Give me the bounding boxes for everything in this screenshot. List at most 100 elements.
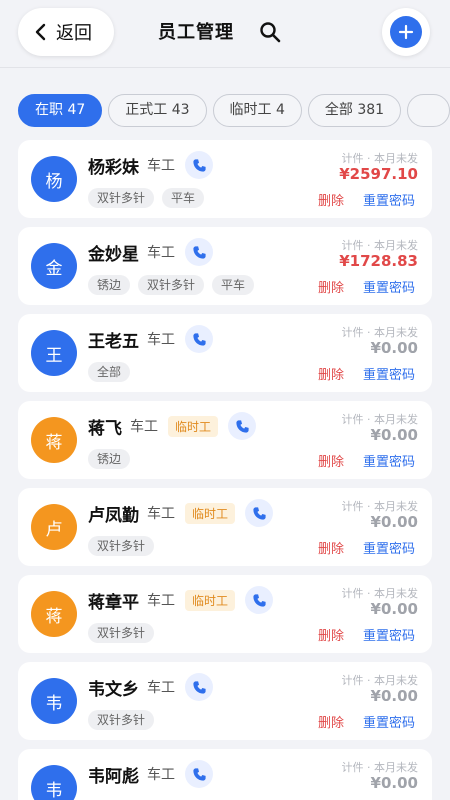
plus-icon xyxy=(390,16,422,48)
phone-icon[interactable] xyxy=(185,238,213,266)
search-icon[interactable] xyxy=(258,20,282,44)
tab-fulltime[interactable]: 正式工 43 xyxy=(108,94,207,127)
delete-button[interactable]: 删除 xyxy=(318,712,344,731)
employee-role: 车工 xyxy=(147,506,175,522)
reset-password-button[interactable]: 重置密码 xyxy=(363,538,415,557)
pay-status-label: 计件 · 本月未发 xyxy=(341,761,419,774)
skill-tag: 锈边 xyxy=(88,275,131,295)
employee-card[interactable]: 蒋蒋飞 车工 临时工 锈边 计件 · 本月未发 ¥0.00 删除 重置密码 xyxy=(18,401,432,479)
skill-tag: 双针多针 xyxy=(88,536,155,556)
chevron-left-icon xyxy=(35,23,46,41)
unpaid-amount: ¥0.00 xyxy=(370,339,418,357)
employee-card[interactable]: 金金妙星 车工 锈边 双针多针 平车 计件 · 本月未发 ¥1728.83 删除 重置密码 xyxy=(18,227,432,305)
skill-tag: 双针多针 xyxy=(88,188,155,208)
delete-button[interactable]: 删除 xyxy=(318,190,344,209)
pay-status-label: 计件 · 本月未发 xyxy=(341,239,419,252)
tab-more[interactable] xyxy=(407,94,450,127)
reset-password-button[interactable]: 重置密码 xyxy=(363,364,415,383)
avatar: 金 xyxy=(31,243,77,289)
employee-role: 车工 xyxy=(130,419,158,435)
employee-card[interactable]: 杨杨彩妹 车工双针多针 平车 计件 · 本月未发 ¥2597.10 删除 重置密码 xyxy=(18,140,432,218)
reset-password-button[interactable]: 重置密码 xyxy=(363,277,415,296)
unpaid-amount: ¥0.00 xyxy=(370,513,418,531)
employee-name: 杨彩妹 xyxy=(88,157,139,178)
employee-role: 车工 xyxy=(147,245,175,261)
filter-tabs: 在职 47 正式工 43 临时工 4 全部 381 xyxy=(18,94,450,128)
skill-tags: 双针多针 平车 xyxy=(88,188,212,208)
avatar: 卢 xyxy=(31,504,77,550)
skill-tag: 双针多针 xyxy=(88,710,155,730)
delete-button[interactable]: 删除 xyxy=(318,451,344,470)
delete-button[interactable]: 删除 xyxy=(318,364,344,383)
pay-status-label: 计件 · 本月未发 xyxy=(341,587,419,600)
employee-role: 车工 xyxy=(147,158,175,174)
employee-name: 韦阿彪 xyxy=(88,766,139,787)
phone-icon[interactable] xyxy=(185,325,213,353)
employee-card[interactable]: 卢卢凤勤 车工 临时工双针多针 计件 · 本月未发 ¥0.00 删除 重置密码 xyxy=(18,488,432,566)
phone-icon[interactable] xyxy=(185,151,213,179)
delete-button[interactable]: 删除 xyxy=(318,625,344,644)
avatar: 杨 xyxy=(31,156,77,202)
unpaid-amount: ¥0.00 xyxy=(370,600,418,618)
skill-tag: 平车 xyxy=(212,275,255,295)
reset-password-button[interactable]: 重置密码 xyxy=(363,190,415,209)
app-header: 返回 员工管理 xyxy=(0,0,450,68)
employee-name: 王老五 xyxy=(88,331,139,352)
phone-icon[interactable] xyxy=(245,499,274,527)
pay-status-label: 计件 · 本月未发 xyxy=(341,500,419,513)
employee-name: 蒋章平 xyxy=(88,592,139,613)
phone-icon[interactable] xyxy=(185,760,213,788)
skill-tag: 平车 xyxy=(162,188,205,208)
temp-worker-badge: 临时工 xyxy=(185,502,236,524)
back-button[interactable]: 返回 xyxy=(18,8,114,56)
employee-name: 韦文乡 xyxy=(88,679,139,700)
delete-button[interactable]: 删除 xyxy=(318,538,344,557)
unpaid-amount: ¥0.00 xyxy=(370,426,418,444)
skill-tag: 全部 xyxy=(88,362,131,382)
phone-icon[interactable] xyxy=(228,412,257,440)
employee-role: 车工 xyxy=(147,593,175,609)
back-label: 返回 xyxy=(56,23,92,44)
skill-tags: 双针多针 xyxy=(88,623,162,643)
skill-tags: 锈边 双针多针 平车 xyxy=(88,275,262,295)
employee-role: 车工 xyxy=(147,332,175,348)
pay-status-label: 计件 · 本月未发 xyxy=(341,326,419,339)
employee-name: 卢凤勤 xyxy=(88,505,139,526)
tab-temporary[interactable]: 临时工 4 xyxy=(212,94,302,127)
skill-tag: 双针多针 xyxy=(88,623,155,643)
pay-status-label: 计件 · 本月未发 xyxy=(341,674,419,687)
unpaid-amount: ¥0.00 xyxy=(370,774,418,792)
avatar: 韦 xyxy=(31,765,77,800)
temp-worker-badge: 临时工 xyxy=(185,589,236,611)
skill-tag: 双针多针 xyxy=(138,275,205,295)
add-employee-button[interactable] xyxy=(382,8,430,56)
pay-status-label: 计件 · 本月未发 xyxy=(341,413,419,426)
page-title: 员工管理 xyxy=(158,22,234,43)
employee-role: 车工 xyxy=(147,680,175,696)
phone-icon[interactable] xyxy=(185,673,213,701)
employee-card[interactable]: 蒋蒋章平 车工 临时工 双针多针 计件 · 本月未发 ¥0.00 删除 重置密码 xyxy=(18,575,432,653)
delete-button[interactable]: 删除 xyxy=(318,277,344,296)
reset-password-button[interactable]: 重置密码 xyxy=(363,451,415,470)
pay-status-label: 计件 · 本月未发 xyxy=(341,152,419,165)
employee-card[interactable]: 韦韦文乡 车工双针多针 计件 · 本月未发 ¥0.00 删除 重置密码 xyxy=(18,662,432,740)
avatar: 蒋 xyxy=(31,417,77,463)
temp-worker-badge: 临时工 xyxy=(168,415,219,437)
employee-name: 金妙星 xyxy=(88,244,139,265)
phone-icon[interactable] xyxy=(245,586,274,614)
tab-all[interactable]: 全部 381 xyxy=(307,94,402,127)
skill-tags: 双针多针 xyxy=(88,710,162,730)
unpaid-amount: ¥2597.10 xyxy=(339,165,418,183)
avatar: 韦 xyxy=(31,678,77,724)
unpaid-amount: ¥1728.83 xyxy=(339,252,418,270)
skill-tags: 全部 xyxy=(88,362,138,382)
employee-card[interactable]: 韦韦阿彪车工计件 · 本月未发¥0.00删除重置密码 xyxy=(18,749,432,800)
tab-active[interactable]: 在职 47 xyxy=(18,94,103,127)
avatar: 王 xyxy=(31,330,77,376)
reset-password-button[interactable]: 重置密码 xyxy=(363,712,415,731)
employee-card[interactable]: 王王老五 车工 全部 计件 · 本月未发 ¥0.00 删除 重置密码 xyxy=(18,314,432,392)
skill-tag: 锈边 xyxy=(88,449,131,469)
employee-role: 车工 xyxy=(147,767,175,783)
reset-password-button[interactable]: 重置密码 xyxy=(363,625,415,644)
unpaid-amount: ¥0.00 xyxy=(370,687,418,705)
